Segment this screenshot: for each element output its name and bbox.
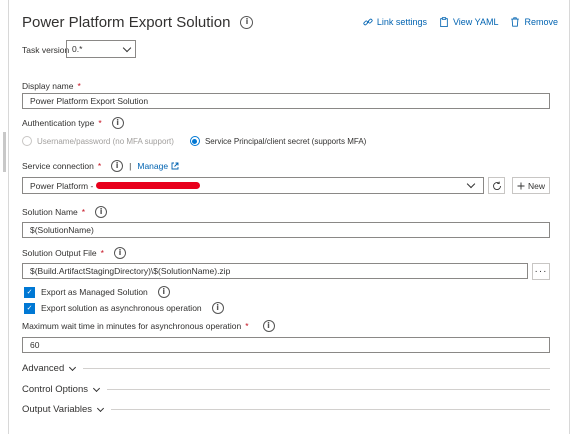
link-icon bbox=[363, 18, 373, 26]
task-version-label: Task version bbox=[22, 45, 69, 55]
required-marker: * bbox=[245, 321, 249, 331]
solution-output-input[interactable]: $(Build.ArtifactStagingDirectory)\$(Solu… bbox=[22, 263, 528, 279]
required-marker: * bbox=[81, 207, 86, 217]
control-options-section-header[interactable]: Control Options bbox=[22, 384, 550, 395]
section-divider bbox=[107, 389, 550, 390]
trash-icon bbox=[511, 17, 520, 27]
panel-left-border bbox=[8, 0, 9, 434]
info-icon[interactable]: i bbox=[211, 302, 224, 314]
view-yaml-label: View YAML bbox=[452, 17, 499, 27]
auth-type-radio-group: Username/password (no MFA support) Servi… bbox=[22, 136, 366, 146]
display-name-value: Power Platform Export Solution bbox=[30, 96, 149, 106]
service-connection-label: Service connection * i | Manage bbox=[22, 160, 179, 172]
async-checkbox-row[interactable]: ✓ Export solution as asynchronous operat… bbox=[24, 302, 224, 314]
required-marker: * bbox=[100, 248, 104, 258]
max-wait-label: Maximum wait time in minutes for asynchr… bbox=[22, 320, 275, 332]
manage-link[interactable]: Manage bbox=[137, 161, 179, 171]
task-version-value: 0.* bbox=[72, 44, 83, 54]
auth-username-radio[interactable]: Username/password (no MFA support) bbox=[22, 136, 174, 146]
radio-circle bbox=[22, 136, 32, 146]
solution-name-label-text: Solution Name bbox=[22, 207, 78, 217]
managed-checkbox-label: Export as Managed Solution bbox=[41, 287, 148, 297]
solution-output-label-text: Solution Output File bbox=[22, 248, 97, 258]
required-marker: * bbox=[97, 161, 102, 171]
service-connection-label-text: Service connection bbox=[22, 161, 94, 171]
redacted-mark bbox=[96, 182, 201, 189]
panel-focus-marker bbox=[3, 132, 6, 172]
section-divider bbox=[83, 368, 550, 369]
display-name-label-text: Display name bbox=[22, 81, 74, 91]
info-icon[interactable]: i bbox=[111, 117, 124, 129]
plus-icon bbox=[517, 182, 525, 189]
radio-circle-selected bbox=[189, 136, 200, 146]
chevron-down-icon bbox=[122, 43, 132, 52]
max-wait-input[interactable]: 60 bbox=[22, 337, 550, 353]
max-wait-label-text: Maximum wait time in minutes for asynchr… bbox=[22, 321, 242, 331]
checkbox-checked-icon[interactable]: ✓ bbox=[24, 302, 35, 314]
auth-service-principal-label: Service Principal/client secret (support… bbox=[204, 136, 367, 146]
output-variables-section-header[interactable]: Output Variables bbox=[22, 404, 550, 415]
link-settings-label: Link settings bbox=[376, 17, 427, 27]
refresh-icon bbox=[492, 181, 501, 190]
async-checkbox-label: Export solution as asynchronous operatio… bbox=[41, 303, 202, 313]
remove-label: Remove bbox=[524, 17, 558, 27]
task-title: Power Platform Export Solution bbox=[22, 13, 231, 31]
auth-type-label-text: Authentication type bbox=[22, 118, 95, 128]
solution-name-input[interactable]: $(SolutionName) bbox=[22, 222, 550, 238]
checkbox-checked-icon[interactable]: ✓ bbox=[24, 286, 35, 298]
auth-username-label: Username/password (no MFA support) bbox=[37, 136, 174, 146]
info-icon[interactable]: i bbox=[111, 160, 124, 172]
required-marker: * bbox=[77, 81, 81, 91]
chevron-down-icon bbox=[466, 179, 476, 189]
service-connection-select[interactable]: Power Platform - bbox=[22, 177, 484, 194]
info-icon[interactable]: i bbox=[157, 286, 170, 298]
info-icon[interactable]: i bbox=[113, 247, 126, 259]
solution-name-value: $(SolutionName) bbox=[30, 225, 94, 235]
advanced-section-header[interactable]: Advanced bbox=[22, 363, 550, 374]
separator: | bbox=[129, 161, 132, 171]
advanced-section-label: Advanced bbox=[22, 363, 65, 374]
managed-checkbox-row[interactable]: ✓ Export as Managed Solution i bbox=[24, 286, 170, 298]
control-options-section-label: Control Options bbox=[22, 384, 89, 395]
refresh-button[interactable] bbox=[488, 177, 505, 194]
remove-button[interactable]: Remove bbox=[510, 17, 558, 27]
solution-output-label: Solution Output File * i bbox=[22, 247, 126, 259]
header-actions: Link settings View YAML Remove bbox=[363, 17, 558, 27]
info-icon[interactable]: i bbox=[95, 206, 108, 218]
info-icon[interactable]: i bbox=[262, 320, 275, 332]
solution-output-value: $(Build.ArtifactStagingDirectory)\$(Solu… bbox=[30, 266, 231, 276]
info-icon[interactable]: i bbox=[240, 15, 254, 29]
clipboard-icon bbox=[440, 17, 448, 27]
chevron-down-icon bbox=[97, 404, 105, 412]
ellipsis-icon: ··· bbox=[534, 266, 548, 277]
chevron-down-icon bbox=[92, 384, 101, 392]
link-settings-button[interactable]: Link settings bbox=[363, 17, 427, 27]
task-header: Power Platform Export Solution i Link se… bbox=[22, 12, 558, 32]
display-name-input[interactable]: Power Platform Export Solution bbox=[22, 93, 550, 109]
output-variables-section-label: Output Variables bbox=[22, 404, 93, 415]
new-connection-button[interactable]: New bbox=[512, 177, 550, 194]
display-name-label: Display name * bbox=[22, 81, 81, 91]
panel-right-border bbox=[569, 0, 570, 434]
auth-service-principal-radio[interactable]: Service Principal/client secret (support… bbox=[189, 136, 367, 146]
task-version-label-text: Task version bbox=[22, 45, 70, 55]
new-connection-label: New bbox=[527, 180, 545, 191]
max-wait-value: 60 bbox=[30, 340, 40, 350]
service-connection-value: Power Platform - bbox=[30, 180, 94, 191]
browse-file-button[interactable]: ··· bbox=[532, 263, 550, 280]
manage-label: Manage bbox=[137, 161, 169, 171]
section-divider bbox=[111, 409, 550, 410]
external-link-icon bbox=[171, 162, 179, 170]
solution-name-label: Solution Name * i bbox=[22, 206, 108, 218]
chevron-down-icon bbox=[69, 363, 77, 371]
task-version-select[interactable]: 0.* bbox=[66, 40, 136, 58]
required-marker: * bbox=[98, 118, 102, 128]
auth-type-label: Authentication type * i bbox=[22, 117, 124, 129]
view-yaml-button[interactable]: View YAML bbox=[439, 17, 499, 27]
